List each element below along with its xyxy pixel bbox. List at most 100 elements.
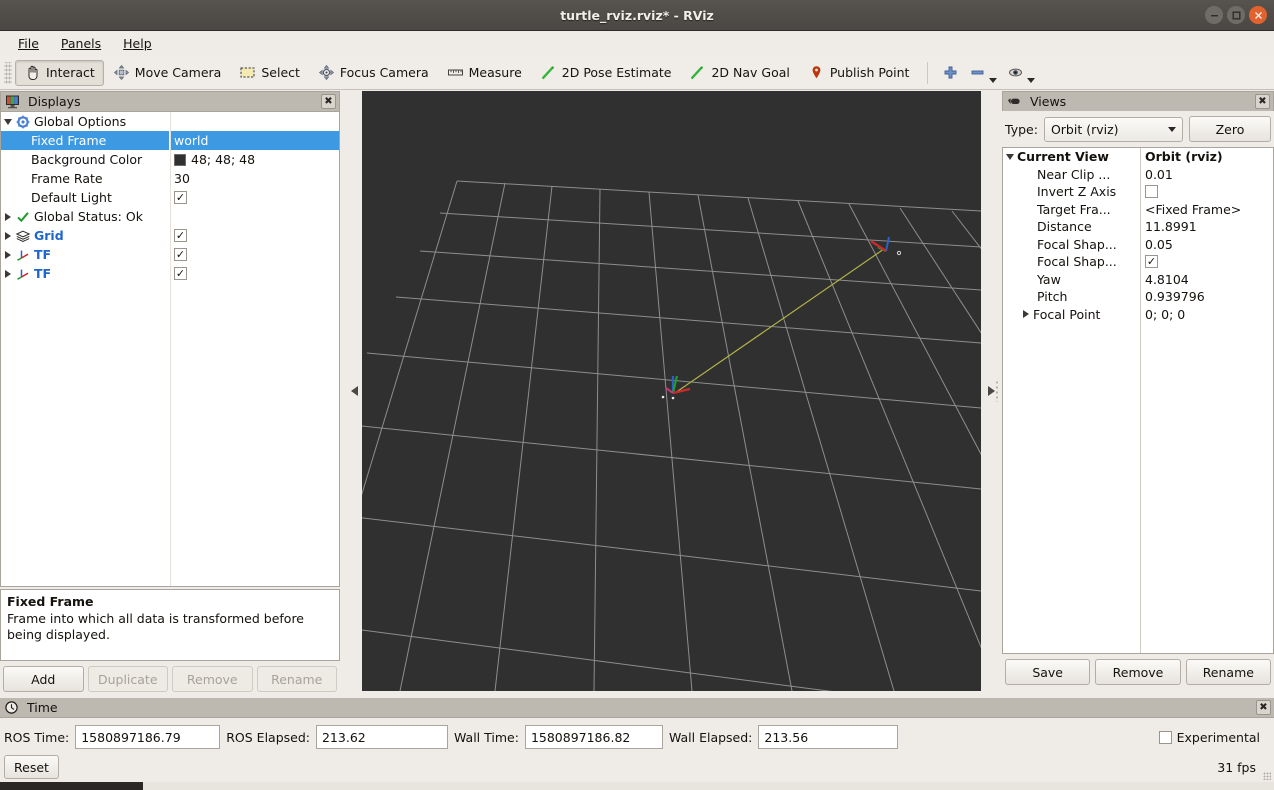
expand-twisty-icon[interactable] (1, 250, 15, 259)
hand-cursor-icon (24, 64, 41, 81)
remove-display-button[interactable]: Remove (172, 666, 253, 692)
maximize-button[interactable] (1227, 6, 1245, 24)
display-value[interactable]: 30 (174, 171, 190, 186)
default-light-checkbox[interactable]: ✓ (174, 191, 187, 204)
help-body: Frame into which all data is transformed… (7, 610, 304, 643)
expand-twisty-icon[interactable] (1019, 310, 1033, 319)
display-value[interactable]: 48; 48; 48 (191, 152, 255, 167)
tool-add-plus[interactable] (937, 60, 964, 86)
focus-camera-icon (318, 64, 335, 81)
view-value[interactable]: 4.8104 (1145, 272, 1189, 287)
rename-view-button[interactable]: Rename (1185, 659, 1271, 685)
views-close-icon[interactable]: ✖ (1255, 94, 1270, 109)
tool-measure-label: Measure (468, 65, 522, 80)
tf-enable-checkbox[interactable]: ✓ (174, 248, 187, 261)
view-value[interactable]: <Fixed Frame> (1145, 202, 1241, 217)
render-viewport-3d[interactable] (362, 91, 981, 691)
displays-close-icon[interactable]: ✖ (321, 94, 336, 109)
view-value[interactable]: 0.05 (1145, 237, 1173, 252)
title-bar: turtle_rviz.rviz* - RViz (0, 0, 1274, 31)
collapse-right-icon[interactable] (988, 386, 995, 396)
left-splitter-handle[interactable] (348, 91, 361, 691)
wall-time-input[interactable]: 1580897186.82 (524, 725, 663, 749)
view-value[interactable]: 11.8991 (1145, 219, 1197, 234)
toolbar-separator (927, 61, 929, 84)
window-title: turtle_rviz.rviz* - RViz (560, 8, 714, 23)
expand-twisty-icon[interactable] (1003, 153, 1017, 160)
color-swatch[interactable] (174, 153, 186, 166)
experimental-toggle[interactable]: Experimental (1158, 730, 1260, 745)
view-row-target-frame[interactable]: Target Fra... <Fixed Frame> (1003, 201, 1273, 219)
tool-2d-nav-goal[interactable]: 2D Nav Goal (680, 60, 798, 86)
rename-display-button[interactable]: Rename (256, 666, 337, 692)
views-camera-icon (1006, 95, 1022, 109)
menu-help[interactable]: Help (112, 34, 163, 53)
tool-interact[interactable]: Interact (15, 59, 104, 86)
invert-z-axis-checkbox[interactable] (1145, 185, 1158, 199)
tool-remove-minus[interactable] (964, 60, 1002, 86)
view-row-near-clip[interactable]: Near Clip ... 0.01 (1003, 166, 1273, 184)
experimental-checkbox[interactable] (1158, 730, 1172, 744)
reset-button[interactable]: Reset (4, 755, 59, 779)
chevron-down-icon[interactable] (1027, 77, 1036, 83)
close-button[interactable] (1249, 6, 1267, 24)
focal-shape-fixed-checkbox[interactable]: ✓ (1145, 255, 1158, 269)
tool-select[interactable]: Select (230, 60, 309, 86)
view-row-focal-point[interactable]: Focal Point 0; 0; 0 (1003, 306, 1273, 324)
expand-twisty-icon[interactable] (1, 118, 15, 125)
view-row-focal-shape-fixed[interactable]: Focal Shap... ✓ (1003, 253, 1273, 271)
view-row-focal-shape-size[interactable]: Focal Shap... 0.05 (1003, 236, 1273, 254)
tool-publish-point[interactable]: Publish Point (799, 60, 919, 86)
displays-tree[interactable]: Global Options Fixed Frame world Backgro… (0, 111, 340, 587)
ros-time-input[interactable]: 1580897186.79 (75, 725, 221, 749)
chevron-down-icon[interactable] (989, 77, 998, 83)
view-row-invert-z-axis[interactable]: Invert Z Axis (1003, 183, 1273, 201)
view-type-select[interactable]: Orbit (rviz) (1043, 116, 1183, 142)
tool-2d-pose-estimate[interactable]: 2D Pose Estimate (531, 60, 681, 86)
view-value[interactable]: 0; 0; 0 (1145, 307, 1185, 322)
menu-panels[interactable]: Panels (50, 34, 112, 53)
view-value[interactable]: 0.939796 (1145, 289, 1205, 304)
collapse-left-icon[interactable] (351, 386, 358, 396)
views-type-row: Type: Orbit (rviz) Zero (1002, 111, 1274, 147)
view-row-distance[interactable]: Distance 11.8991 (1003, 218, 1273, 236)
save-view-button[interactable]: Save (1005, 659, 1091, 685)
tool-visibility-eye[interactable] (1002, 60, 1040, 86)
toolbar-grip[interactable] (4, 61, 12, 84)
minimize-button[interactable] (1205, 6, 1223, 24)
duplicate-button[interactable]: Duplicate (87, 666, 168, 692)
wall-elapsed-input[interactable]: 213.56 (758, 725, 899, 749)
add-button[interactable]: Add (3, 666, 84, 692)
scene-canvas (362, 91, 981, 691)
splitter-dots (995, 380, 998, 402)
grid-enable-checkbox[interactable]: ✓ (174, 229, 187, 242)
display-label: Background Color (31, 152, 143, 167)
view-row-pitch[interactable]: Pitch 0.939796 (1003, 288, 1273, 306)
views-property-tree[interactable]: Current View Orbit (rviz) Near Clip ... … (1002, 147, 1274, 654)
wall-elapsed-label: Wall Elapsed: (668, 729, 753, 745)
zero-button[interactable]: Zero (1189, 116, 1271, 142)
resize-grip[interactable] (1263, 772, 1271, 780)
tf-enable-checkbox[interactable]: ✓ (174, 267, 187, 280)
ros-time-label: ROS Time: (4, 729, 70, 745)
time-panel: Time ✖ ROS Time: 1580897186.79 ROS Elaps… (0, 698, 1274, 782)
ros-elapsed-input[interactable]: 213.62 (315, 725, 448, 749)
display-value[interactable]: world (174, 133, 208, 148)
tool-focus-camera[interactable]: Focus Camera (309, 60, 438, 86)
remove-view-button[interactable]: Remove (1095, 659, 1181, 685)
view-row-yaw[interactable]: Yaw 4.8104 (1003, 271, 1273, 289)
tool-measure[interactable]: Measure (438, 60, 531, 86)
expand-twisty-icon[interactable] (1, 231, 15, 240)
view-row-current-view[interactable]: Current View Orbit (rviz) (1003, 148, 1273, 166)
expand-twisty-icon[interactable] (1, 212, 15, 221)
view-label: Yaw (1037, 271, 1061, 287)
view-type-value: Orbit (rviz) (1050, 121, 1119, 137)
tool-move-camera[interactable]: Move Camera (104, 60, 231, 86)
expand-twisty-icon[interactable] (1, 269, 15, 278)
time-close-icon[interactable]: ✖ (1256, 700, 1271, 715)
green-arrow-icon (540, 64, 557, 81)
menu-file[interactable]: File (7, 34, 50, 53)
tool-focus-camera-label: Focus Camera (339, 65, 429, 80)
view-value[interactable]: 0.01 (1145, 167, 1173, 182)
right-splitter-handle[interactable] (981, 91, 1002, 691)
